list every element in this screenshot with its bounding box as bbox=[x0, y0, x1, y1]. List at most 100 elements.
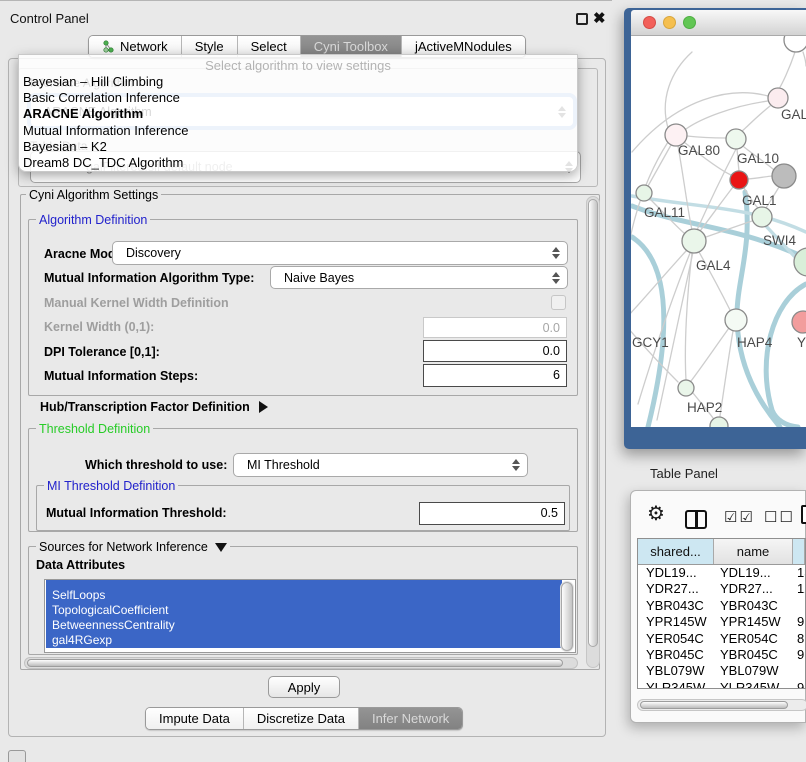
table-row[interactable]: YBR043CYBR043C bbox=[638, 598, 805, 614]
dropdown-item[interactable]: Bayesian – K2 bbox=[19, 139, 577, 155]
table-row[interactable]: YER054CYER054C8. bbox=[638, 631, 805, 647]
float-panel-icon[interactable] bbox=[576, 13, 588, 25]
select-all-checkboxes-icon[interactable]: ☑☑ bbox=[724, 508, 755, 526]
mi-algorithm-type-combobox[interactable]: Naive Bayes bbox=[270, 266, 568, 289]
table-cell bbox=[793, 598, 805, 614]
table-row[interactable]: YDR27...YDR27...12 bbox=[638, 581, 805, 597]
dropdown-item[interactable]: Bayesian – Hill Climbing bbox=[19, 74, 577, 90]
network-edge bbox=[687, 136, 726, 138]
table-cell: YLR345W bbox=[714, 680, 793, 689]
settings-horizontal-scrollbar[interactable] bbox=[24, 657, 578, 669]
dpi-tolerance-input[interactable]: 0.0 bbox=[423, 340, 567, 362]
attribute-item[interactable]: gal4RGexp bbox=[46, 633, 562, 648]
attribute-item[interactable]: SelfLoops bbox=[46, 588, 562, 603]
data-attributes-label: Data Attributes bbox=[36, 558, 125, 572]
network-edge bbox=[697, 149, 736, 230]
manual-kernel-width-checkbox[interactable] bbox=[551, 295, 566, 310]
table-row[interactable]: YBR045CYBR045C9. bbox=[638, 647, 805, 663]
table-cell bbox=[793, 663, 805, 679]
combo-spinner-icon bbox=[509, 459, 527, 471]
table-row[interactable]: YPR145WYPR145W9. bbox=[638, 614, 805, 630]
scrollbar-thumb[interactable] bbox=[588, 199, 598, 647]
network-node[interactable] bbox=[792, 311, 806, 333]
table-cell: YBR043C bbox=[714, 598, 793, 614]
aracne-mode-combobox[interactable]: Discovery bbox=[112, 241, 568, 265]
node-label: GAL10 bbox=[737, 151, 779, 166]
network-edge bbox=[648, 145, 671, 186]
table-cell: 9. bbox=[793, 614, 805, 630]
table-header-row: shared...name bbox=[638, 539, 805, 565]
dropdown-item[interactable]: ARACNE Algorithm bbox=[19, 106, 577, 122]
table-row[interactable]: YLR345WYLR345W9. bbox=[638, 680, 805, 689]
network-node[interactable] bbox=[678, 380, 694, 396]
settings-vertical-scrollbar[interactable] bbox=[586, 196, 600, 668]
apply-button[interactable]: Apply bbox=[268, 676, 340, 698]
mi-steps-input[interactable]: 6 bbox=[423, 364, 567, 387]
manual-kernel-width-label: Manual Kernel Width Definition bbox=[44, 296, 229, 310]
network-window-titlebar[interactable] bbox=[631, 10, 806, 36]
algorithm-dropdown-popup: Select algorithm to view settings Bayesi… bbox=[18, 54, 578, 172]
list-vertical-scrollbar[interactable] bbox=[560, 581, 574, 652]
attribute-item[interactable]: TopologicalCoefficient bbox=[46, 603, 562, 618]
zoom-traffic-light[interactable] bbox=[683, 16, 696, 29]
column-header[interactable]: name bbox=[714, 539, 793, 564]
tab-label: Discretize Data bbox=[257, 711, 345, 726]
dropdown-placeholder: Select algorithm to view settings bbox=[19, 55, 577, 74]
network-node[interactable] bbox=[726, 129, 746, 149]
kernel-width-input[interactable]: 0.0 bbox=[423, 317, 567, 338]
tab-infer-network[interactable]: Infer Network bbox=[359, 708, 462, 729]
minimize-traffic-light[interactable] bbox=[663, 16, 676, 29]
tab-impute-data[interactable]: Impute Data bbox=[146, 708, 244, 729]
columns-icon[interactable] bbox=[685, 510, 707, 529]
attribute-item-clipped[interactable] bbox=[46, 580, 562, 588]
table-cell: YPR145W bbox=[714, 614, 793, 630]
table-row[interactable]: YBL079WYBL079W bbox=[638, 663, 805, 679]
scrollbar-thumb[interactable] bbox=[561, 582, 573, 651]
network-node[interactable] bbox=[752, 207, 772, 227]
column-header[interactable] bbox=[793, 539, 805, 564]
tab-discretize-data[interactable]: Discretize Data bbox=[244, 708, 359, 729]
table-cell: YBR043C bbox=[638, 598, 714, 614]
which-threshold-combobox[interactable]: MI Threshold bbox=[233, 453, 528, 477]
attribute-item[interactable]: BetweennessCentrality bbox=[46, 618, 562, 633]
sources-title: Sources for Network Inference bbox=[39, 540, 208, 554]
deselect-all-checkboxes-icon[interactable]: ☐☐ bbox=[764, 508, 795, 526]
node-label: GAL bbox=[781, 107, 806, 122]
document-icon[interactable] bbox=[801, 505, 806, 524]
network-node[interactable] bbox=[768, 88, 788, 108]
dropdown-item[interactable]: Dream8 DC_TDC Algorithm bbox=[19, 155, 577, 171]
network-canvas[interactable]: GALGAL80GAL10GAL1GAL11SWI4GAL4GCY1HAP4YH… bbox=[631, 36, 806, 427]
table-horizontal-scrollbar[interactable] bbox=[637, 699, 806, 711]
tab-label: Infer Network bbox=[372, 711, 449, 726]
table-row[interactable]: YDL19...YDL19...13 bbox=[638, 565, 805, 581]
column-header[interactable]: shared... bbox=[638, 539, 714, 564]
node-label: HAP2 bbox=[687, 400, 722, 415]
hub-definition-expander[interactable]: Hub/Transcription Factor Definition bbox=[40, 400, 268, 414]
network-node[interactable] bbox=[682, 229, 706, 253]
network-node[interactable] bbox=[730, 171, 748, 189]
network-node[interactable] bbox=[772, 164, 796, 188]
close-traffic-light[interactable] bbox=[643, 16, 656, 29]
control-panel-title: Control Panel bbox=[10, 11, 89, 26]
network-node[interactable] bbox=[784, 36, 806, 52]
table-cell: YDR27... bbox=[638, 581, 714, 597]
network-node[interactable] bbox=[725, 309, 747, 331]
combo-spinner-icon bbox=[549, 272, 567, 284]
expand-right-icon bbox=[259, 401, 268, 413]
table-cell: YDL19... bbox=[638, 565, 714, 581]
node-label: GAL1 bbox=[742, 193, 777, 208]
scrollbar-thumb[interactable] bbox=[640, 701, 788, 709]
scrollbar-thumb[interactable] bbox=[27, 659, 563, 667]
window-top-border bbox=[0, 0, 612, 1]
gear-icon[interactable]: ⚙ bbox=[647, 501, 665, 526]
network-node[interactable] bbox=[636, 185, 652, 201]
minimized-panel-icon[interactable] bbox=[8, 750, 26, 762]
close-panel-icon[interactable]: ✖ bbox=[593, 9, 606, 27]
tab-label: jActiveMNodules bbox=[415, 39, 512, 54]
table-panel-window: ⚙ ☑☑ ☐☐ shared...name YDL19...YDL19...13… bbox=[630, 490, 806, 723]
data-attributes-list[interactable]: SelfLoopsTopologicalCoefficientBetweenne… bbox=[44, 579, 576, 653]
sources-expander[interactable]: Sources for Network Inference bbox=[36, 540, 230, 554]
dropdown-item[interactable]: Basic Correlation Inference bbox=[19, 90, 577, 106]
mi-threshold-input[interactable]: 0.5 bbox=[419, 502, 565, 525]
dropdown-item[interactable]: Mutual Information Inference bbox=[19, 123, 577, 139]
